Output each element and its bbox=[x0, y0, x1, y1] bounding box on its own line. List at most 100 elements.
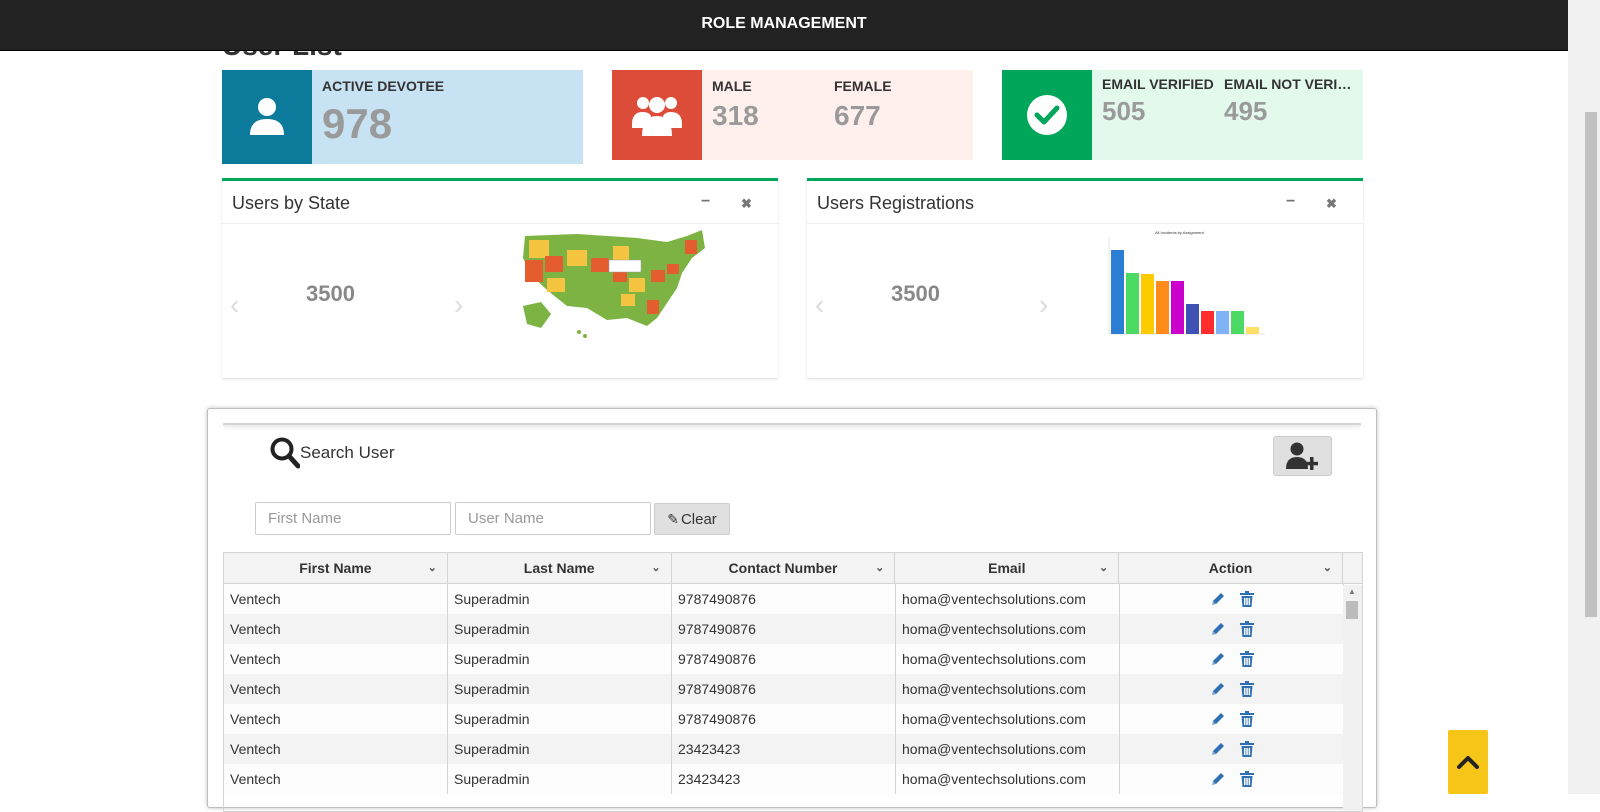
user-icon bbox=[222, 70, 312, 164]
user-name-input[interactable] bbox=[455, 502, 651, 535]
first-name-input[interactable] bbox=[255, 502, 451, 535]
column-header-email[interactable]: Email ⌄ bbox=[895, 553, 1120, 583]
cell-email: homa@ventechsolutions.com bbox=[896, 764, 1120, 794]
edit-icon[interactable] bbox=[1210, 681, 1226, 697]
cell-action bbox=[1120, 764, 1344, 794]
cell-action bbox=[1120, 644, 1344, 674]
bar-chart-thumbnail: All Incidents by Assignment bbox=[1108, 230, 1265, 335]
users-table: First Name ⌄ Last Name ⌄ Contact Number ⌄ E… bbox=[223, 552, 1363, 812]
male-value: 318 bbox=[712, 100, 759, 131]
cell-first: Ventech bbox=[224, 644, 448, 674]
delete-icon[interactable] bbox=[1239, 591, 1254, 607]
cell-last: Superadmin bbox=[448, 734, 672, 764]
add-user-button[interactable] bbox=[1273, 436, 1332, 476]
column-header-action[interactable]: Action ⌄ bbox=[1119, 553, 1343, 583]
close-button[interactable]: ✖ bbox=[1326, 196, 1337, 212]
cell-email: homa@ventechsolutions.com bbox=[896, 674, 1120, 704]
panel-divider bbox=[223, 423, 1361, 425]
column-header-first-name[interactable]: First Name ⌄ bbox=[224, 553, 448, 583]
cell-first: Ventech bbox=[224, 614, 448, 644]
delete-icon[interactable] bbox=[1239, 711, 1254, 727]
cell-first: Ventech bbox=[224, 764, 448, 794]
table-scrollbar[interactable]: ▲ bbox=[1343, 585, 1362, 811]
email-verified-value: 505 bbox=[1102, 96, 1146, 126]
cell-action bbox=[1120, 734, 1344, 764]
cell-first: Ventech bbox=[224, 734, 448, 764]
cell-contact: 23423423 bbox=[672, 764, 896, 794]
delete-icon[interactable] bbox=[1239, 741, 1254, 757]
users-registrations-widget: Users Registrations − ✖ ‹ 3500 › All Inc… bbox=[807, 178, 1363, 378]
widget-value: 3500 bbox=[306, 281, 355, 306]
delete-icon[interactable] bbox=[1239, 621, 1254, 637]
edit-icon[interactable] bbox=[1210, 621, 1226, 637]
column-header-last-name[interactable]: Last Name ⌄ bbox=[448, 553, 672, 583]
search-icon bbox=[270, 437, 300, 469]
edit-icon[interactable] bbox=[1210, 591, 1226, 607]
cell-action bbox=[1120, 704, 1344, 734]
search-user-title: Search User bbox=[300, 443, 395, 462]
prev-arrow-icon[interactable]: ‹ bbox=[230, 289, 239, 321]
column-label: Action bbox=[1208, 560, 1253, 576]
male-label: MALE bbox=[712, 78, 752, 94]
table-row: Ventech Superadmin 9787490876 homa@ventechs… bbox=[224, 704, 1362, 734]
table-row: Ventech Superadmin 9787490876 homa@ventechs… bbox=[224, 584, 1362, 614]
email-box: EMAIL VERIFIED 505 EMAIL NOT VERIFIED 49… bbox=[1002, 70, 1363, 160]
edit-icon[interactable] bbox=[1210, 711, 1226, 727]
chevron-down-icon[interactable]: ⌄ bbox=[1099, 553, 1108, 583]
cell-first: Ventech bbox=[224, 704, 448, 734]
table-row: Ventech Superadmin 9787490876 homa@ventechs… bbox=[224, 614, 1362, 644]
clear-button[interactable]: ✎ Clear bbox=[654, 503, 730, 535]
chevron-up-icon bbox=[1457, 756, 1479, 769]
cell-action bbox=[1120, 584, 1344, 614]
cell-last: Superadmin bbox=[448, 614, 672, 644]
minimize-button[interactable]: − bbox=[701, 193, 710, 211]
cell-last: Superadmin bbox=[448, 644, 672, 674]
page-scrollbar-thumb[interactable] bbox=[1585, 112, 1597, 617]
us-map-chart bbox=[523, 230, 705, 338]
active-devotee-label: ACTIVE DEVOTEE bbox=[322, 78, 445, 94]
table-row: Ventech Superadmin 9787490876 homa@ventechs… bbox=[224, 644, 1362, 674]
chevron-down-icon[interactable]: ⌄ bbox=[651, 553, 660, 583]
edit-icon[interactable] bbox=[1210, 651, 1226, 667]
delete-icon[interactable] bbox=[1239, 651, 1254, 667]
search-user-header: Search User bbox=[270, 437, 394, 469]
active-devotee-box: ACTIVE DEVOTEE 978 bbox=[222, 70, 583, 164]
widget-title: Users by State bbox=[232, 193, 351, 213]
column-label: First Name bbox=[299, 560, 372, 576]
gender-box: MALE 318 FEMALE 677 bbox=[612, 70, 973, 160]
next-arrow-icon[interactable]: › bbox=[454, 289, 463, 321]
email-verified-label: EMAIL VERIFIED bbox=[1102, 76, 1214, 92]
column-header-contact-number[interactable]: Contact Number ⌄ bbox=[672, 553, 896, 583]
scroll-to-top-button[interactable] bbox=[1448, 730, 1488, 794]
cell-email: homa@ventechsolutions.com bbox=[896, 644, 1120, 674]
cell-action bbox=[1120, 614, 1344, 644]
next-arrow-icon[interactable]: › bbox=[1039, 289, 1048, 321]
close-button[interactable]: ✖ bbox=[741, 196, 752, 212]
chevron-down-icon[interactable]: ⌄ bbox=[875, 553, 884, 583]
top-bar: ROLE MANAGEMENT bbox=[0, 0, 1568, 51]
prev-arrow-icon[interactable]: ‹ bbox=[815, 289, 824, 321]
minimize-button[interactable]: − bbox=[1286, 193, 1295, 211]
widget-title: Users Registrations bbox=[817, 193, 975, 213]
table-row: Ventech Superadmin 23423423 homa@ventechsol… bbox=[224, 734, 1362, 764]
chart-title: All Incidents by Assignment bbox=[1155, 230, 1205, 235]
cell-contact: 9787490876 bbox=[672, 614, 896, 644]
delete-icon[interactable] bbox=[1239, 681, 1254, 697]
cell-contact: 9787490876 bbox=[672, 704, 896, 734]
chevron-down-icon[interactable]: ⌄ bbox=[428, 553, 437, 583]
scroll-up-arrow-icon[interactable]: ▲ bbox=[1348, 587, 1356, 596]
users-icon bbox=[612, 70, 702, 160]
cell-email: homa@ventechsolutions.com bbox=[896, 614, 1120, 644]
cell-email: homa@ventechsolutions.com bbox=[896, 704, 1120, 734]
delete-icon[interactable] bbox=[1239, 771, 1254, 787]
page-scrollbar[interactable] bbox=[1568, 0, 1600, 794]
cell-last: Superadmin bbox=[448, 764, 672, 794]
active-devotee-value: 978 bbox=[322, 100, 393, 147]
edit-icon[interactable] bbox=[1210, 771, 1226, 787]
clear-label: Clear bbox=[680, 510, 717, 528]
female-label: FEMALE bbox=[834, 78, 892, 94]
table-scrollbar-thumb[interactable] bbox=[1346, 601, 1358, 619]
edit-icon[interactable] bbox=[1210, 741, 1226, 757]
cell-email: homa@ventechsolutions.com bbox=[896, 584, 1120, 614]
chevron-down-icon[interactable]: ⌄ bbox=[1323, 553, 1332, 583]
